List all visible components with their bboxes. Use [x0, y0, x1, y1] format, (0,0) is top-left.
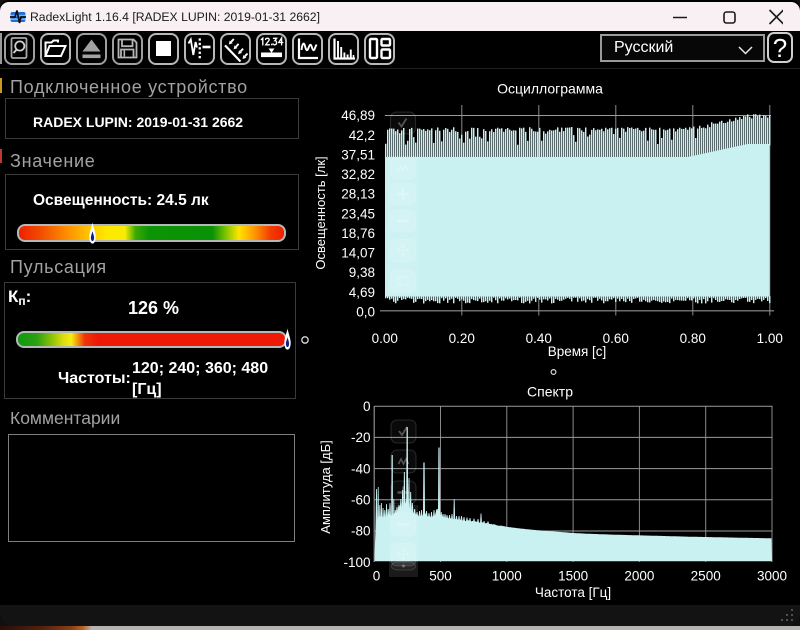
svg-text:42,2: 42,2: [349, 128, 375, 143]
svg-text:Освещенность [лк]: Освещенность [лк]: [313, 156, 328, 269]
svg-text:Осциллограмма: Осциллограмма: [497, 81, 603, 97]
svg-text:-60: -60: [351, 493, 371, 508]
svg-text:2000: 2000: [624, 569, 654, 584]
svg-text:32,82: 32,82: [341, 167, 375, 182]
svg-text:Частота [Гц]: Частота [Гц]: [535, 585, 611, 600]
svg-text:0: 0: [363, 399, 371, 414]
svg-text:14,07: 14,07: [341, 246, 375, 261]
svg-text:0,0: 0,0: [356, 304, 375, 319]
svg-text:46,89: 46,89: [341, 108, 375, 123]
svg-text:1000: 1000: [492, 569, 522, 584]
svg-text:9,38: 9,38: [349, 265, 375, 280]
svg-text:Спектр: Спектр: [527, 384, 573, 400]
svg-text:500: 500: [429, 569, 452, 584]
svg-text:-40: -40: [351, 461, 371, 476]
svg-text:-20: -20: [351, 430, 371, 445]
svg-text:0.20: 0.20: [449, 331, 475, 346]
svg-text:0: 0: [373, 569, 381, 584]
svg-text:4,69: 4,69: [349, 285, 375, 300]
svg-text:23,45: 23,45: [341, 206, 375, 221]
svg-text:Время [с]: Время [с]: [548, 344, 607, 359]
svg-text:2500: 2500: [691, 569, 721, 584]
svg-text:-80: -80: [351, 524, 371, 539]
svg-text:Амплитуда [дБ]: Амплитуда [дБ]: [318, 440, 333, 533]
svg-text:0.80: 0.80: [680, 331, 706, 346]
svg-text:3000: 3000: [757, 569, 787, 584]
svg-text:0.00: 0.00: [372, 331, 398, 346]
svg-text:18,76: 18,76: [341, 226, 375, 241]
svg-text:-100: -100: [343, 555, 370, 570]
svg-text:28,13: 28,13: [341, 187, 375, 202]
svg-text:1500: 1500: [558, 569, 588, 584]
svg-text:37,51: 37,51: [341, 147, 375, 162]
svg-text:1.00: 1.00: [757, 331, 783, 346]
svg-text:0.60: 0.60: [603, 331, 629, 346]
